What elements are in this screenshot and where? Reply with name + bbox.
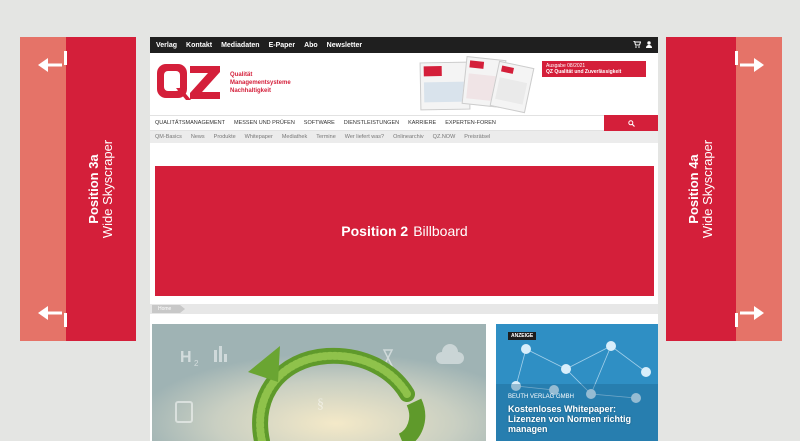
svg-text:§: § (317, 397, 324, 412)
search-icon (627, 120, 635, 127)
nav-item-experten-foren[interactable]: EXPERTEN-FOREN (445, 120, 496, 126)
ad-title[interactable]: Kostenloses Whitepaper: Lizenzen von Nor… (508, 404, 653, 434)
subnav-item[interactable]: Produkte (214, 134, 236, 140)
arrow-right-icon (740, 306, 764, 320)
breadcrumb-home[interactable]: Home (152, 305, 185, 313)
skyscraper-left-kind: Wide Skyscraper (100, 139, 115, 239)
top-bar: Verlag Kontakt Mediadaten E-Paper Abo Ne… (150, 37, 658, 53)
subnav-item[interactable]: Termine (316, 134, 336, 140)
logo-tagline: Qualität Managementsysteme Nachhaltigkei… (230, 71, 291, 95)
hero-image[interactable]: H 2 § (152, 324, 486, 441)
nav-item-software[interactable]: SOFTWARE (304, 120, 335, 126)
subnav-item[interactable]: QZ.NOW (433, 134, 456, 140)
skyscraper-left: Position 3a Wide Skyscraper (20, 37, 136, 341)
billboard-kind: Billboard (413, 223, 468, 239)
search-button[interactable] (604, 115, 658, 132)
current-issue-badge[interactable]: Ausgabe 08/2021 QZ Qualität und Zuverläs… (542, 61, 646, 77)
tagline-line-1: Qualität (230, 72, 253, 78)
arrow-stem-bottom (735, 313, 738, 327)
topbar-link-abo[interactable]: Abo (304, 42, 318, 49)
skyscraper-left-position: Position 3a (86, 154, 101, 224)
arrow-stem-top (735, 51, 738, 65)
skyscraper-right-kind: Wide Skyscraper (700, 139, 715, 239)
main-navigation: QUALITÄTSMANAGEMENT MESSEN UND PRÜFEN SO… (150, 115, 658, 132)
subnav-item[interactable]: Wer liefert was? (345, 134, 384, 140)
skyscraper-left-label: Position 3a Wide Skyscraper (86, 139, 115, 239)
magazine-covers[interactable] (419, 56, 535, 114)
sub-navigation: QM-Basics News Produkte Whitepaper Media… (150, 131, 658, 143)
topbar-link-kontakt[interactable]: Kontakt (186, 42, 212, 49)
cart-icon[interactable] (633, 40, 642, 50)
skyscraper-right-label: Position 4a Wide Skyscraper (686, 139, 715, 239)
arrow-stem-top (64, 51, 67, 65)
skyscraper-left-extension (20, 37, 66, 341)
topbar-link-verlag[interactable]: Verlag (156, 42, 177, 49)
svg-text:H: H (180, 349, 192, 366)
user-icon[interactable] (646, 40, 652, 50)
topbar-link-epaper[interactable]: E-Paper (269, 42, 295, 49)
nav-item-qualitaetsmanagement[interactable]: QUALITÄTSMANAGEMENT (155, 120, 225, 126)
topbar-link-mediadaten[interactable]: Mediadaten (221, 42, 260, 49)
breadcrumb: Home (150, 304, 658, 314)
skyscraper-right-position: Position 4a (686, 154, 701, 224)
subnav-item[interactable]: News (191, 134, 205, 140)
nav-item-karriere[interactable]: KARRIERE (408, 120, 436, 126)
nav-item-dienstleistungen[interactable]: DIENSTLEISTUNGEN (344, 120, 399, 126)
website-preview: Verlag Kontakt Mediadaten E-Paper Abo Ne… (150, 37, 658, 441)
qz-logo[interactable] (156, 62, 222, 102)
subnav-item[interactable]: QM-Basics (155, 134, 182, 140)
issue-title: QZ Qualität und Zuverlässigkeit (546, 69, 622, 75)
sponsored-teaser[interactable]: ANZEIGE BEUTH VERLAG GMBH Kostenloses Wh… (496, 324, 658, 441)
tagline-line-3: Nachhaltigkeit (230, 88, 272, 94)
svg-text:2: 2 (194, 359, 199, 368)
nav-item-messen-und-pruefen[interactable]: MESSEN UND PRÜFEN (234, 120, 295, 126)
tagline-line-2: Managementsysteme (230, 80, 291, 86)
skyscraper-right-extension (736, 37, 782, 341)
arrow-right-icon (740, 58, 764, 72)
ad-badge: ANZEIGE (508, 332, 537, 340)
topbar-link-newsletter[interactable]: Newsletter (327, 42, 362, 49)
subnav-item[interactable]: Mediathek (282, 134, 307, 140)
billboard-ad-slot: Position 2 Billboard (155, 166, 654, 296)
subnav-item[interactable]: Preisrätsel (464, 134, 490, 140)
skyscraper-right: Position 4a Wide Skyscraper (666, 37, 782, 341)
magazine-cover-3 (489, 60, 535, 114)
ad-publisher: BEUTH VERLAG GMBH (508, 394, 575, 400)
ad-positions-mockup: Position 3a Wide Skyscraper Position 4a … (0, 0, 800, 441)
site-header: Qualität Managementsysteme Nachhaltigkei… (150, 53, 658, 115)
arrow-left-icon (38, 58, 62, 72)
skyscraper-left-main: Position 3a Wide Skyscraper (66, 37, 136, 341)
billboard-position: Position 2 (341, 223, 409, 239)
arrow-left-icon (38, 306, 62, 320)
arrow-stem-bottom (64, 313, 67, 327)
subnav-item[interactable]: Onlinearchiv (393, 134, 424, 140)
subnav-item[interactable]: Whitepaper (245, 134, 273, 140)
skyscraper-right-main: Position 4a Wide Skyscraper (666, 37, 736, 341)
recycling-sustainability-illustration: H 2 § (152, 324, 486, 441)
